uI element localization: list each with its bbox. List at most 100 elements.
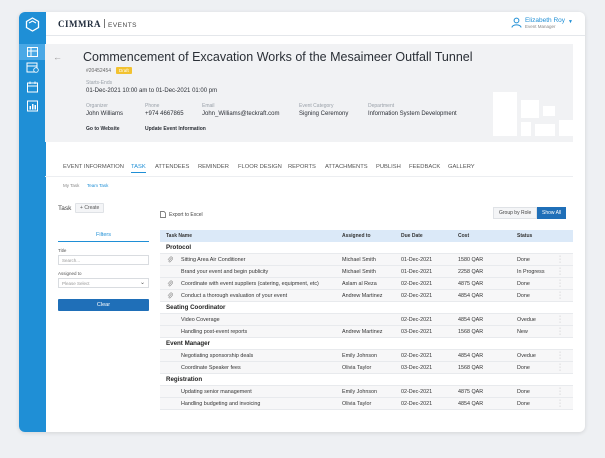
- assigned-select[interactable]: Please Select ⌄: [58, 278, 149, 288]
- tab-publish[interactable]: PUBLISH: [376, 164, 401, 170]
- group-name: Registration: [166, 376, 203, 383]
- cell-status: Done: [517, 281, 530, 287]
- cell-assigned: Olivia Taylor: [342, 365, 372, 371]
- event-title: Commencement of Excavation Works of the …: [83, 50, 473, 64]
- group-name: Seating Coordinator: [166, 304, 226, 311]
- header-due-date[interactable]: Due Date: [401, 233, 423, 239]
- rail-item-events[interactable]: [19, 44, 46, 60]
- title-search-input[interactable]: Search...: [58, 255, 149, 265]
- cell-task: Brand your event and begin publicity: [181, 269, 269, 275]
- cell-task: Coordinate with event suppliers (caterin…: [181, 281, 319, 287]
- cell-task: Video Coverage: [181, 317, 220, 323]
- more-options-icon[interactable]: · · ·: [558, 361, 562, 374]
- tab-reminder[interactable]: REMINDER: [198, 164, 229, 170]
- cell-cost: 1580 QAR: [458, 257, 484, 263]
- cell-status: Ovedue: [517, 317, 536, 323]
- user-role: Event Manager: [524, 24, 556, 29]
- decorative-block: [535, 124, 555, 136]
- cell-due: 02-Dec-2021: [401, 293, 433, 299]
- cell-status: Done: [517, 389, 530, 395]
- email-label: Email: [202, 103, 215, 109]
- phone-label: Phone: [145, 103, 160, 109]
- cell-cost: 4854 QAR: [458, 401, 484, 407]
- more-options-icon[interactable]: · · ·: [558, 289, 562, 302]
- group-by-role-button[interactable]: Group by Role: [493, 207, 538, 219]
- more-options-icon[interactable]: · · ·: [558, 385, 562, 398]
- paperclip-icon[interactable]: [167, 292, 173, 299]
- update-event-info-link[interactable]: Update Event Information: [145, 126, 206, 132]
- user-menu[interactable]: Elizabeth Roy Event Manager ▼: [511, 17, 573, 30]
- tab-feedback[interactable]: FEEDBACK: [409, 164, 440, 170]
- show-all-button[interactable]: Show All: [537, 207, 567, 219]
- starts-ends-value: 01-Dec-2021 10:00 am to 01-Dec-2021 01:0…: [86, 88, 218, 94]
- tab-task[interactable]: TASK: [131, 164, 146, 173]
- paperclip-icon[interactable]: [167, 256, 173, 263]
- user-name: Elizabeth Roy: [524, 17, 566, 24]
- more-options-icon[interactable]: · · ·: [558, 325, 562, 338]
- cell-task: Handling budgeting and invoicing: [181, 401, 261, 407]
- more-options-icon[interactable]: · · ·: [558, 265, 562, 278]
- cell-cost: 4854 QAR: [458, 317, 484, 323]
- tab-attachments[interactable]: ATTACHMENTS: [325, 164, 368, 170]
- header-assigned-to[interactable]: Assigned to: [342, 233, 371, 239]
- clear-filters-button[interactable]: Clear: [58, 299, 149, 311]
- side-rail: [19, 12, 46, 432]
- table-row[interactable]: Handling budgeting and invoicing Olivia T…: [160, 397, 573, 410]
- cell-due: 01-Dec-2021: [401, 269, 433, 275]
- email-value: John_Williams@teckraft.com: [202, 111, 280, 117]
- more-options-icon[interactable]: · · ·: [558, 277, 562, 290]
- cell-status: Done: [517, 401, 530, 407]
- table-row[interactable]: Sitting Area Air Conditioner Michael Smit…: [160, 253, 573, 266]
- group-row: Protocol: [160, 242, 573, 254]
- table-row[interactable]: Updating senior management Emily Johnson 0…: [160, 385, 573, 398]
- cell-status: Ovedue: [517, 353, 536, 359]
- create-task-button[interactable]: + Create: [75, 203, 105, 213]
- more-options-icon[interactable]: · · ·: [558, 349, 562, 362]
- subtab-team-task[interactable]: Team Task: [87, 183, 108, 188]
- starts-ends-label: Starts-Ends: [86, 80, 113, 86]
- header-task-name[interactable]: Task Name: [166, 233, 192, 239]
- more-options-icon[interactable]: · · ·: [558, 313, 562, 326]
- tab-gallery[interactable]: GALLERY: [448, 164, 475, 170]
- export-excel-button[interactable]: Export to Excel: [160, 211, 203, 218]
- filters-panel: Filters Title Search... Assigned to Plea…: [58, 232, 149, 311]
- paperclip-icon[interactable]: [167, 280, 173, 287]
- cell-task: Sitting Area Air Conditioner: [181, 257, 246, 263]
- table-row[interactable]: Video Coverage 02-Dec-2021 4854 QAR Ovedue ·…: [160, 313, 573, 326]
- header-cost[interactable]: Cost: [458, 233, 469, 239]
- more-options-icon[interactable]: · · ·: [558, 253, 562, 266]
- table-row[interactable]: Coordinate Speaker fees Olivia Taylor 03-D…: [160, 361, 573, 374]
- department-value: Information System Development: [368, 111, 457, 117]
- title-filter-label: Title: [58, 248, 67, 253]
- go-to-website-link[interactable]: Go to Website: [86, 126, 120, 132]
- app-logo-icon: [25, 17, 40, 32]
- table-row[interactable]: Negotiating sponsorship deals Emily Johns…: [160, 349, 573, 362]
- back-arrow-icon[interactable]: ←: [53, 52, 62, 62]
- filters-tab[interactable]: Filters: [58, 232, 149, 242]
- brand-logo[interactable]: CIMMRA EVENTS: [58, 19, 137, 29]
- cell-due: 02-Dec-2021: [401, 281, 433, 287]
- cell-due: 02-Dec-2021: [401, 389, 433, 395]
- more-options-icon[interactable]: · · ·: [558, 397, 562, 410]
- table-row[interactable]: Conduct a thorough evaluation of your ev…: [160, 289, 573, 302]
- tab-floor-design[interactable]: FLOOR DESIGN: [238, 164, 282, 170]
- calendar-clock-icon[interactable]: [26, 61, 39, 73]
- cell-task: Handling post-event reports: [181, 329, 248, 335]
- table-row[interactable]: Coordinate with event suppliers (caterin…: [160, 277, 573, 290]
- bar-chart-icon[interactable]: [26, 100, 39, 112]
- tab-reports[interactable]: REPORTS: [288, 164, 316, 170]
- category-value: Signing Ceremony: [299, 111, 349, 117]
- user-avatar-icon: [511, 17, 522, 28]
- cell-due: 02-Dec-2021: [401, 317, 433, 323]
- cell-task: Conduct a thorough evaluation of your ev…: [181, 293, 288, 299]
- decorative-block: [493, 92, 517, 136]
- decorative-block: [521, 122, 531, 136]
- header-status[interactable]: Status: [517, 233, 532, 239]
- table-row[interactable]: Handling post-event reports Andrew Martin…: [160, 325, 573, 338]
- tab-attendees[interactable]: ATTENDEES: [155, 164, 189, 170]
- brand-subtitle: EVENTS: [108, 22, 138, 29]
- tab-event-information[interactable]: EVENT INFORMATION: [63, 164, 124, 170]
- subtab-my-task[interactable]: My Task: [63, 183, 79, 188]
- calendar-icon[interactable]: [26, 81, 39, 93]
- table-row[interactable]: Brand your event and begin publicity Mich…: [160, 265, 573, 278]
